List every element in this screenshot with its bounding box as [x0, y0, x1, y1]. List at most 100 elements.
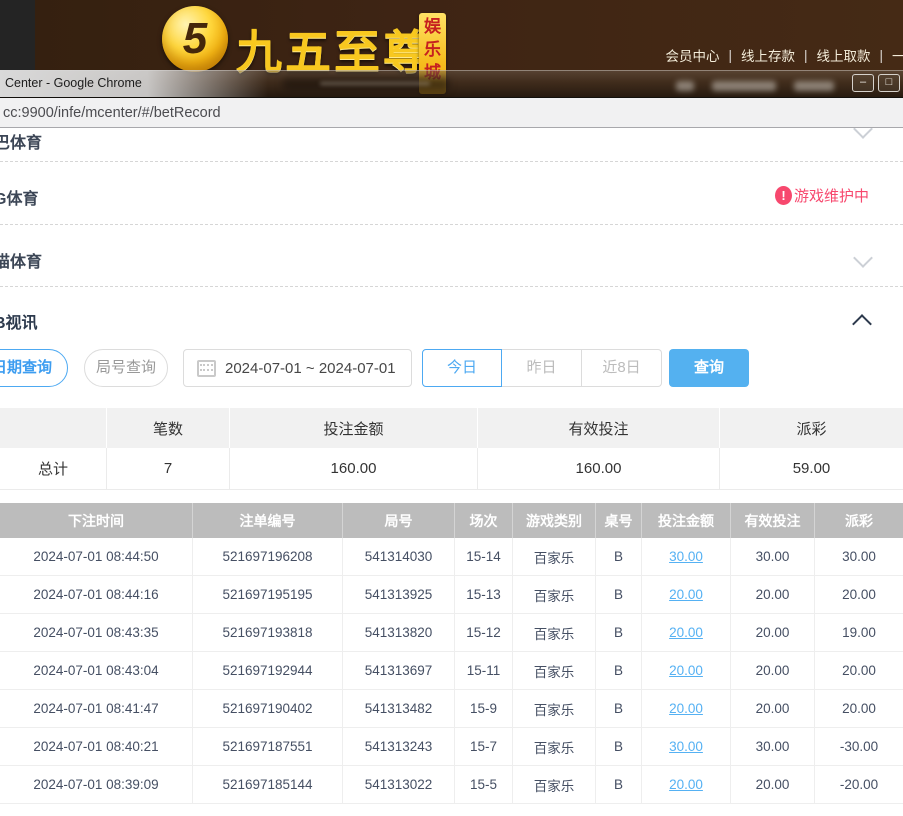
minimize-button[interactable]: – [852, 74, 874, 92]
bet-cell: B [596, 690, 642, 727]
quick-today-button[interactable]: 今日 [422, 349, 502, 387]
nav-divider: | [879, 48, 883, 63]
bet-cell: B [596, 576, 642, 613]
bet-cell: B [596, 728, 642, 765]
bet-cell: 15-12 [455, 614, 513, 651]
maximize-button[interactable]: □ [878, 74, 900, 92]
divider [0, 224, 903, 225]
bet-cell: 30.00 [731, 728, 815, 765]
divider [0, 161, 903, 162]
summary-table: 笔数 投注金额 有效投注 派彩 总计 7 160.00 160.00 59.00 [0, 408, 903, 490]
bet-amount-link[interactable]: 30.00 [669, 549, 703, 564]
summary-header-cell: 投注金额 [230, 408, 478, 448]
bet-cell: 541313022 [343, 766, 455, 803]
bet-cell: 15-14 [455, 538, 513, 575]
bet-cell: 541314030 [343, 538, 455, 575]
summary-header-cell: 笔数 [107, 408, 230, 448]
accordion-item-mao-sports[interactable] [0, 241, 903, 281]
bet-cell: 15-5 [455, 766, 513, 803]
accordion-item-g-sports[interactable] [0, 178, 903, 218]
search-button[interactable]: 查询 [669, 349, 749, 387]
summary-cell: 160.00 [478, 448, 720, 489]
bet-amount-link[interactable]: 20.00 [669, 777, 703, 792]
summary-header-cell [0, 408, 107, 448]
bet-cell: 19.00 [815, 614, 903, 651]
nav-divider: | [804, 48, 808, 63]
divider [0, 286, 903, 287]
bet-cell: 541313697 [343, 652, 455, 689]
bet-header-cell: 有效投注 [731, 503, 815, 538]
quick-yesterday-button[interactable]: 昨日 [502, 349, 582, 387]
bet-record-table: 下注时间注单编号局号场次游戏类别桌号投注金额有效投注派彩 2024-07-01 … [0, 503, 903, 804]
bet-cell: 20.00 [815, 652, 903, 689]
summary-total-label: 总计 [0, 448, 107, 489]
logo-badge-char: 乐 [424, 39, 441, 62]
bet-cell: 20.00 [642, 614, 731, 651]
bet-cell: 521697195195 [193, 576, 343, 613]
bet-cell: 2024-07-01 08:43:35 [0, 614, 193, 651]
bet-cell: 521697193818 [193, 614, 343, 651]
round-query-button[interactable]: 局号查询 [84, 349, 168, 387]
bet-cell: 百家乐 [513, 766, 596, 803]
bet-cell: 521697196208 [193, 538, 343, 575]
bet-cell: 15-9 [455, 690, 513, 727]
logo-showthrough-highlight [320, 82, 430, 85]
bet-amount-link[interactable]: 20.00 [669, 587, 703, 602]
censored-text [794, 81, 834, 91]
bet-cell: B [596, 614, 642, 651]
bet-cell: 百家乐 [513, 538, 596, 575]
quick-8days-button[interactable]: 近8日 [582, 349, 662, 387]
bet-cell: 15-11 [455, 652, 513, 689]
bet-amount-link[interactable]: 20.00 [669, 625, 703, 640]
top-nav-link[interactable]: 线上存款 [741, 45, 795, 65]
maintenance-badge: ! 游戏维护中 [775, 185, 869, 206]
bet-amount-link[interactable]: 30.00 [669, 739, 703, 754]
bet-amount-link[interactable]: 20.00 [669, 701, 703, 716]
summary-header-row: 笔数 投注金额 有效投注 派彩 [0, 408, 903, 448]
accordion-item-ba-sports[interactable] [0, 128, 903, 162]
bet-cell: 20.00 [731, 614, 815, 651]
bet-cell: 2024-07-01 08:41:47 [0, 690, 193, 727]
summary-cell: 7 [107, 448, 230, 489]
date-query-button[interactable]: 日期查询 [0, 349, 68, 387]
bet-header-cell: 下注时间 [0, 503, 193, 538]
bet-cell: 20.00 [731, 766, 815, 803]
bet-cell: 2024-07-01 08:39:09 [0, 766, 193, 803]
content: 巴体育 G体育 ! 游戏维护中 猫体育 B视讯 日期查询 局号查询 2024-0… [0, 128, 903, 816]
bet-cell: 百家乐 [513, 576, 596, 613]
chrome-address-bar[interactable]: cc:9900/infe/mcenter/#/betRecord [0, 98, 903, 128]
bet-cell: 百家乐 [513, 690, 596, 727]
top-nav-link[interactable]: 一键 [892, 45, 903, 65]
bet-cell: 2024-07-01 08:43:04 [0, 652, 193, 689]
bet-cell: 2024-07-01 08:44:50 [0, 538, 193, 575]
accordion-label: 巴体育 [0, 129, 42, 153]
summary-cell: 59.00 [720, 448, 903, 489]
nav-divider: | [728, 48, 732, 63]
table-row: 2024-07-01 08:44:50521697196208541314030… [0, 538, 903, 576]
bet-table-header: 下注时间注单编号局号场次游戏类别桌号投注金额有效投注派彩 [0, 503, 903, 538]
top-nav-link[interactable]: 会员中心 [665, 45, 719, 65]
bet-cell: 2024-07-01 08:40:21 [0, 728, 193, 765]
quick-range-group: 今日 昨日 近8日 [422, 349, 662, 387]
bet-amount-link[interactable]: 20.00 [669, 663, 703, 678]
bet-cell: 521697185144 [193, 766, 343, 803]
calendar-icon [197, 360, 216, 377]
bet-cell: -20.00 [815, 766, 903, 803]
bet-cell: 541313243 [343, 728, 455, 765]
bet-cell: B [596, 766, 642, 803]
bet-cell: 541313925 [343, 576, 455, 613]
bet-cell: 20.00 [815, 690, 903, 727]
left-black-strip [0, 0, 35, 70]
bet-cell: 20.00 [731, 576, 815, 613]
bet-cell: 20.00 [642, 690, 731, 727]
date-range-input[interactable]: 2024-07-01 ~ 2024-07-01 [183, 349, 412, 387]
top-nav-link[interactable]: 线上取款 [816, 45, 870, 65]
logo-monogram-icon: 5 [162, 6, 228, 72]
bet-cell: 20.00 [815, 576, 903, 613]
bet-cell: B [596, 538, 642, 575]
accordion-item-b-live[interactable] [0, 303, 903, 343]
bet-cell: B [596, 652, 642, 689]
table-row: 2024-07-01 08:43:35521697193818541313820… [0, 614, 903, 652]
summary-header-cell: 派彩 [720, 408, 903, 448]
bet-table-body: 2024-07-01 08:44:50521697196208541314030… [0, 538, 903, 804]
